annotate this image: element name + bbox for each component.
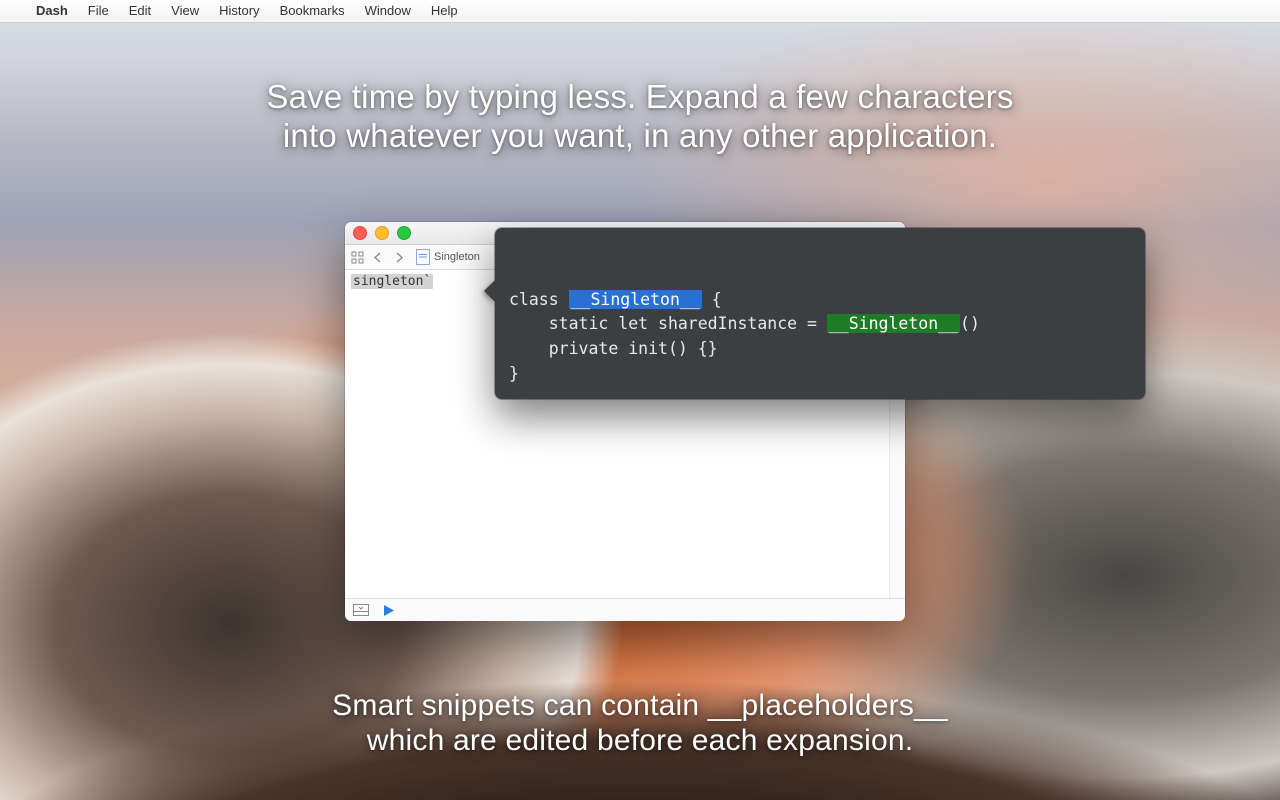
editor-tab[interactable]: Singleton [416,249,480,265]
snip-l2a: static let sharedInstance = [509,314,827,333]
related-items-icon[interactable] [351,251,364,264]
run-play-icon[interactable] [383,604,395,617]
caption-bottom-line1: Smart snippets can contain __placeholder… [332,689,948,722]
snip-l3: private init() {} [509,339,718,358]
close-button[interactable] [353,226,367,240]
menu-edit[interactable]: Edit [119,0,161,22]
caption-top-line1: Save time by typing less. Expand a few c… [266,78,1013,115]
menu-bookmarks[interactable]: Bookmarks [270,0,355,22]
editor-bottom-bar [345,598,905,621]
editor-tab-label: Singleton [434,251,480,263]
macos-menubar: Dash File Edit View History Bookmarks Wi… [0,0,1280,23]
zoom-button[interactable] [397,226,411,240]
snip-l1b: { [702,290,722,309]
caption-top-line2: into whatever you want, in any other app… [283,117,997,154]
marketing-caption-bottom: Smart snippets can contain __placeholder… [0,688,1280,759]
editor-text-area[interactable]: singleton` [345,270,433,598]
typed-trigger-text: singleton` [351,274,433,289]
app-name-menu[interactable]: Dash [26,0,78,22]
nav-forward-button[interactable] [390,248,408,266]
debug-area-toggle-icon[interactable] [353,604,369,616]
snippet-expansion-tooltip: class __Singleton__ { static let sharedI… [495,228,1145,399]
minimize-button[interactable] [375,226,389,240]
menu-file[interactable]: File [78,0,119,22]
traffic-lights [353,226,411,240]
snip-l2b: () [960,314,980,333]
menu-history[interactable]: History [209,0,269,22]
menu-view[interactable]: View [161,0,209,22]
marketing-caption-top: Save time by typing less. Expand a few c… [0,78,1280,156]
nav-back-button[interactable] [368,248,386,266]
placeholder-active: __Singleton__ [569,290,702,309]
menu-window[interactable]: Window [355,0,421,22]
tooltip-arrow [484,280,495,302]
menu-help[interactable]: Help [421,0,468,22]
caption-bottom-line2: which are edited before each expansion. [367,724,914,757]
snip-l1a: class [509,290,569,309]
snip-l4: } [509,364,519,383]
document-icon [416,249,430,265]
placeholder-mirror: __Singleton__ [827,314,960,333]
